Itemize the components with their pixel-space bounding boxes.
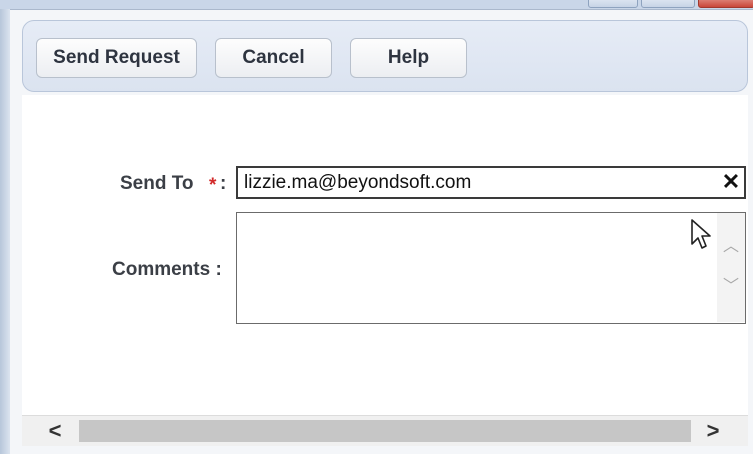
send-request-button[interactable]: Send Request: [36, 38, 197, 78]
comments-field-frame: ︿ ﹀: [236, 212, 746, 324]
maximize-button[interactable]: [641, 0, 695, 8]
request-dialog: Send Request Cancel Help Send To * : ✕ C…: [0, 0, 753, 454]
window-left-border: [0, 9, 10, 454]
title-bar: [0, 0, 753, 10]
scroll-left-icon[interactable]: <: [40, 418, 70, 443]
horizontal-scrollbar[interactable]: < >: [22, 415, 748, 446]
scroll-right-icon[interactable]: >: [698, 418, 728, 443]
close-window-button[interactable]: [698, 0, 753, 8]
send-to-input[interactable]: [236, 166, 746, 199]
horizontal-scroll-thumb[interactable]: [79, 420, 691, 442]
minimize-button[interactable]: [588, 0, 638, 8]
mouse-pointer-icon: [691, 219, 711, 249]
comments-textarea[interactable]: [237, 213, 715, 322]
scroll-down-icon[interactable]: ﹀: [722, 275, 740, 295]
comments-vertical-scrollbar[interactable]: ︿ ﹀: [717, 213, 745, 322]
scroll-up-icon[interactable]: ︿: [722, 235, 740, 255]
request-form: Send To * : ✕ Comments : ︿ ﹀: [22, 95, 748, 415]
send-to-label: Send To: [120, 173, 194, 194]
send-to-colon: :: [220, 173, 227, 194]
clear-icon[interactable]: ✕: [719, 169, 743, 194]
comments-label: Comments :: [112, 259, 222, 280]
action-toolbar: Send Request Cancel Help: [22, 20, 748, 92]
required-marker: *: [209, 175, 217, 196]
help-button[interactable]: Help: [350, 38, 467, 78]
cancel-button[interactable]: Cancel: [215, 38, 332, 78]
